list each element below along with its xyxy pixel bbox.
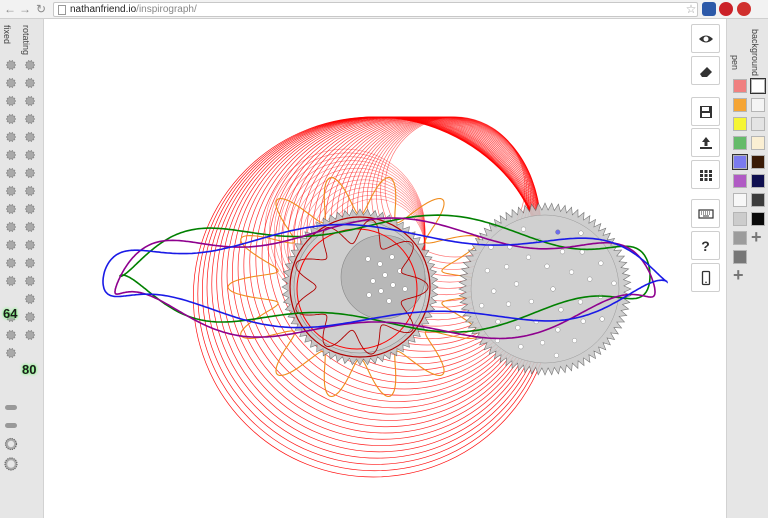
background-color-swatch[interactable] — [751, 174, 765, 188]
rotating-gear-option-icon[interactable] — [25, 132, 35, 142]
background-label: background — [750, 29, 760, 77]
save-button[interactable] — [691, 97, 720, 126]
mobile-view-button[interactable] — [691, 263, 720, 292]
ring-gear-large-icon[interactable] — [4, 457, 18, 471]
rotating-gear-option-icon[interactable] — [25, 114, 35, 124]
pen-color-swatch[interactable] — [733, 98, 747, 112]
star-icon[interactable]: ☆ — [684, 2, 698, 16]
fixed-gear-option-icon[interactable] — [6, 276, 16, 286]
fixed-gear-option-icon[interactable] — [6, 114, 16, 124]
rotating-label: rotating — [21, 25, 31, 56]
add-pen-color-button[interactable]: + — [733, 266, 744, 284]
page-icon — [58, 5, 66, 15]
pen-color-swatch[interactable] — [733, 231, 747, 245]
keyboard-icon — [697, 208, 714, 219]
upload-icon — [699, 136, 712, 149]
toggle-gears-button[interactable] — [691, 24, 720, 53]
rotating-gear-option-icon[interactable] — [25, 96, 35, 106]
background-color-swatch[interactable] — [750, 78, 766, 94]
pen-color-swatch[interactable] — [733, 250, 747, 264]
pen-label: pen — [730, 55, 740, 71]
drawing-canvas[interactable] — [45, 19, 691, 518]
mobile-icon — [701, 270, 710, 285]
rotating-gear-option-icon[interactable] — [25, 78, 35, 88]
fixed-gear-option-icon[interactable] — [6, 258, 16, 268]
fixed-gear-option-icon[interactable] — [6, 78, 16, 88]
pen-color-swatch[interactable] — [733, 117, 747, 131]
rotating-gear-option-icon[interactable] — [25, 204, 35, 214]
browser-toolbar: ← → ↻ nathanfriend.io/inspirograph/ ☆ — [0, 0, 768, 19]
url-host: nathanfriend.io — [70, 4, 137, 15]
bar-gear-large[interactable] — [5, 423, 17, 428]
rotating-teeth-count[interactable]: 80 — [22, 362, 36, 377]
pen-color-swatch[interactable] — [733, 193, 747, 207]
opera-icon[interactable] — [737, 2, 751, 16]
background-color-swatch[interactable] — [751, 155, 765, 169]
bookmark-extension-icon[interactable] — [702, 2, 716, 16]
fixed-gear-option-icon[interactable] — [6, 222, 16, 232]
help-icon: ? — [701, 237, 710, 254]
upload-button[interactable] — [691, 128, 720, 157]
forward-icon[interactable]: → — [18, 2, 32, 16]
url-path: /inspirograph/ — [136, 4, 197, 15]
bar-gear-small[interactable] — [5, 405, 17, 410]
help-button[interactable]: ? — [691, 231, 720, 260]
background-color-swatch[interactable] — [751, 212, 765, 226]
rotating-gear-option-icon[interactable] — [25, 60, 35, 70]
tool-bar: ? — [691, 19, 726, 518]
pen-color-swatch[interactable] — [732, 154, 748, 170]
background-color-swatch[interactable] — [751, 136, 765, 150]
gallery-button[interactable] — [691, 160, 720, 189]
save-icon — [699, 105, 712, 118]
pen-color-swatch[interactable] — [733, 174, 747, 188]
fixed-gear-option-icon[interactable] — [6, 60, 16, 70]
rotating-gear-option-icon[interactable] — [25, 258, 35, 268]
rotating-gear-option-icon[interactable] — [25, 312, 35, 322]
color-panel: pen background + + — [726, 19, 768, 518]
clear-button[interactable] — [691, 56, 720, 85]
pen-color-swatch[interactable] — [733, 212, 747, 226]
rotating-gear-option-icon[interactable] — [25, 294, 35, 304]
pinterest-icon[interactable] — [719, 2, 733, 16]
keyboard-shortcuts-button[interactable] — [691, 199, 720, 228]
fixed-gear-option-icon[interactable] — [6, 150, 16, 160]
fixed-gear-option-icon[interactable] — [6, 348, 16, 358]
address-bar[interactable]: nathanfriend.io/inspirograph/ — [53, 2, 698, 17]
gear-selection-panel: fixed rotating 64 80 — [0, 19, 44, 518]
fixed-gear-option-icon[interactable] — [6, 168, 16, 178]
fixed-gear-option-icon[interactable] — [6, 132, 16, 142]
fixed-gear-option-icon[interactable] — [6, 186, 16, 196]
ring-gear-small-icon[interactable] — [4, 437, 18, 451]
spirograph-drawing — [102, 116, 668, 478]
fixed-gear-option-icon[interactable] — [6, 96, 16, 106]
eye-icon — [698, 35, 713, 42]
grid-icon — [699, 169, 712, 181]
fixed-gear-option-icon[interactable] — [6, 240, 16, 250]
rotating-gear-option-icon[interactable] — [25, 330, 35, 340]
background-color-swatch[interactable] — [751, 193, 765, 207]
pen-color-swatch[interactable] — [733, 136, 747, 150]
rotating-gear-option-icon[interactable] — [25, 276, 35, 286]
background-color-swatch[interactable] — [751, 98, 765, 112]
rotating-gear-option-icon[interactable] — [25, 168, 35, 178]
background-color-swatch[interactable] — [751, 117, 765, 131]
rotating-gear-option-icon[interactable] — [25, 186, 35, 196]
fixed-label: fixed — [2, 25, 12, 45]
eraser-icon — [699, 66, 712, 77]
reload-icon[interactable]: ↻ — [34, 2, 48, 16]
rotating-gear-option-icon[interactable] — [25, 222, 35, 232]
fixed-teeth-count[interactable]: 64 — [3, 306, 17, 321]
fixed-gear-option-icon[interactable] — [6, 330, 16, 340]
rotating-gear-option-icon[interactable] — [25, 150, 35, 160]
rotating-gear-option-icon[interactable] — [25, 240, 35, 250]
add-background-color-button[interactable]: + — [751, 228, 762, 246]
back-icon[interactable]: ← — [3, 2, 17, 16]
fixed-gear-option-icon[interactable] — [6, 204, 16, 214]
pen-color-swatch[interactable] — [733, 79, 747, 93]
